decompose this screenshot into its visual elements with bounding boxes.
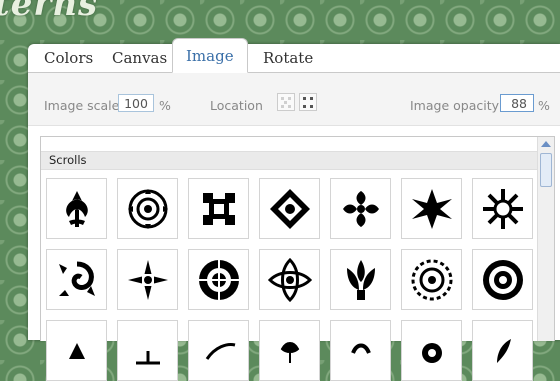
curl-pattern-icon-glyph xyxy=(351,343,371,354)
swirl-pattern-icon[interactable] xyxy=(188,320,249,381)
diamond-scroll-pattern-icon[interactable] xyxy=(259,178,320,239)
snowflake-pattern-icon[interactable] xyxy=(472,178,533,239)
lace-circle-pattern-icon-glyph xyxy=(483,260,523,300)
bird-pattern-icon[interactable] xyxy=(259,320,320,381)
image-opacity-label: Image opacity xyxy=(410,98,500,113)
cross-scroll-pattern-icon[interactable] xyxy=(330,178,391,239)
scroll-up-icon[interactable] xyxy=(541,141,551,147)
flame-pattern-icon[interactable] xyxy=(330,249,391,310)
feather-pattern-icon-glyph xyxy=(497,339,511,363)
ring-rosette-pattern-icon-glyph xyxy=(411,259,453,301)
tab-bar: Colors Canvas Image Rotate xyxy=(28,38,560,73)
app-logo: terns xyxy=(0,0,99,24)
cross-scroll-pattern-icon-glyph xyxy=(343,191,379,227)
tab-colors[interactable]: Colors xyxy=(44,49,93,67)
diamond-scroll-pattern-icon-glyph xyxy=(270,189,310,229)
category-header: Scrolls xyxy=(41,151,538,170)
star-burst-pattern-icon[interactable] xyxy=(401,178,462,239)
fleur-pattern-icon[interactable] xyxy=(46,178,107,239)
feather-pattern-icon[interactable] xyxy=(472,320,533,381)
circle-rosette-pattern-icon[interactable] xyxy=(117,178,178,239)
image-scale-input[interactable]: 100 xyxy=(118,94,154,112)
location-grid-option[interactable] xyxy=(299,93,317,111)
gallery-scrollbar[interactable] xyxy=(537,137,554,341)
knot-circle-pattern-icon[interactable] xyxy=(259,249,320,310)
image-controls: Image scale 100 % Location Image opacity… xyxy=(28,73,560,126)
small-ornament-pattern-icon[interactable] xyxy=(117,320,178,381)
round-drop-pattern-icon[interactable] xyxy=(401,320,462,381)
star-burst-pattern-icon-glyph xyxy=(412,189,452,229)
tab-rotate[interactable]: Rotate xyxy=(263,49,313,67)
round-drop-pattern-icon-glyph xyxy=(422,343,442,363)
swirl-pattern-icon-glyph xyxy=(205,343,236,360)
spiral-pattern-icon-glyph xyxy=(59,261,95,296)
tab-canvas[interactable]: Canvas xyxy=(112,49,167,67)
image-scale-label: Image scale xyxy=(44,98,120,113)
snowflake-pattern-icon-glyph xyxy=(483,189,523,229)
rosette-pattern-icon[interactable] xyxy=(188,249,249,310)
diamond-cross-pattern-icon[interactable] xyxy=(117,249,178,310)
spade-pattern-icon-glyph xyxy=(69,343,85,359)
image-opacity-input[interactable]: 88 xyxy=(500,94,534,112)
flame-pattern-icon-glyph xyxy=(347,260,375,300)
image-opacity-unit: % xyxy=(538,98,550,113)
image-scale-unit: % xyxy=(159,98,171,113)
circle-rosette-pattern-icon-glyph xyxy=(128,189,168,229)
tab-image[interactable]: Image xyxy=(172,38,248,73)
small-ornament-pattern-icon-glyph xyxy=(136,351,160,365)
fleur-pattern-icon-glyph xyxy=(66,191,88,227)
knot-circle-pattern-icon-glyph xyxy=(268,258,312,302)
spade-pattern-icon[interactable] xyxy=(46,320,107,381)
square-knot-pattern-icon[interactable] xyxy=(188,178,249,239)
pattern-editor-panel: Colors Canvas Image Rotate Image scale 1… xyxy=(28,38,560,381)
lace-circle-pattern-icon[interactable] xyxy=(472,249,533,310)
location-label: Location xyxy=(210,98,263,113)
location-tile-option[interactable] xyxy=(277,93,295,111)
ring-rosette-pattern-icon[interactable] xyxy=(401,249,462,310)
rosette-pattern-icon-glyph xyxy=(199,260,239,300)
diamond-cross-pattern-icon-glyph xyxy=(128,260,168,300)
bird-pattern-icon-glyph xyxy=(280,342,300,363)
scroll-thumb[interactable] xyxy=(540,153,552,187)
spiral-pattern-icon[interactable] xyxy=(46,249,107,310)
curl-pattern-icon[interactable] xyxy=(330,320,391,381)
square-knot-pattern-icon-glyph xyxy=(203,193,235,225)
pattern-gallery: Scrolls xyxy=(40,136,555,381)
